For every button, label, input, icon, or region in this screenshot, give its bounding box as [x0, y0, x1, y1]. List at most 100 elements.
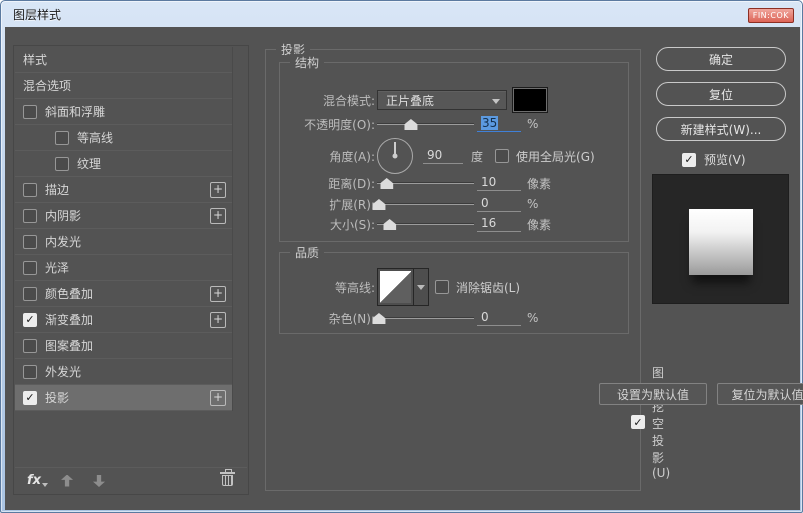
spread-value: 0	[481, 196, 489, 210]
effect-checkbox[interactable]	[23, 260, 37, 275]
effect-checkbox[interactable]	[23, 364, 37, 379]
noise-input[interactable]: 0	[477, 310, 521, 326]
distance-input[interactable]: 10	[477, 175, 521, 191]
global-light-checkbox[interactable]	[495, 149, 510, 163]
effect-checkbox[interactable]	[55, 130, 69, 145]
sidebar-item-11[interactable]: 图案叠加	[15, 333, 232, 359]
contour-thumbnail[interactable]	[377, 268, 414, 306]
angle-row: 角度(A): 90 度 使用全局光(G)	[280, 136, 624, 176]
distance-slider[interactable]	[377, 176, 474, 190]
layer-knockout-checkbox[interactable]: ✓	[631, 415, 645, 429]
effect-checkbox[interactable]	[23, 182, 37, 197]
window-title: 图层样式	[13, 7, 62, 22]
add-effect-icon[interactable]: +	[210, 207, 226, 224]
anti-alias-checkbox[interactable]	[435, 280, 449, 294]
add-effect-icon[interactable]: +	[210, 389, 226, 406]
noise-value: 0	[481, 310, 489, 324]
effect-checkbox[interactable]: ✓	[23, 390, 37, 405]
sidebar-item-2[interactable]: 斜面和浮雕	[15, 99, 232, 125]
distance-row: 距离(D): 10 像素	[280, 173, 624, 193]
sidebar-item-9[interactable]: 颜色叠加 +	[15, 281, 232, 307]
noise-label: 杂色(N):	[328, 311, 375, 326]
move-down-icon[interactable]	[93, 475, 105, 487]
move-up-icon[interactable]	[61, 474, 74, 487]
slider-thumb[interactable]	[380, 178, 394, 189]
close-button-watermark[interactable]: FIN:COK	[747, 8, 794, 23]
knockout-row: ✓ 图层挖空投影(U)	[631, 364, 670, 480]
sidebar-item-1[interactable]: 混合选项	[15, 73, 232, 99]
add-effect-icon[interactable]: +	[210, 311, 226, 328]
effect-checkbox[interactable]	[55, 156, 69, 171]
chevron-down-icon	[492, 99, 500, 108]
reset-button[interactable]: 复位	[656, 82, 786, 106]
sidebar-item-4[interactable]: 纹理	[15, 151, 232, 177]
size-slider[interactable]	[377, 217, 474, 231]
size-unit: 像素	[527, 217, 552, 232]
effect-checkbox[interactable]	[23, 338, 37, 353]
blend-mode-label: 混合模式:	[322, 93, 375, 108]
sidebar-item-5[interactable]: 描边 +	[15, 177, 232, 203]
ok-button[interactable]: 确定	[656, 47, 786, 71]
contour-picker[interactable]	[377, 268, 429, 306]
sidebar-item-label: 纹理	[77, 157, 102, 171]
slider-track[interactable]	[377, 123, 474, 125]
blend-mode-row: 混合模式: 正片叠底	[280, 87, 624, 113]
sidebar-item-label: 内发光	[45, 235, 82, 249]
sidebar-item-7[interactable]: 内发光	[15, 229, 232, 255]
shadow-color-swatch[interactable]	[512, 87, 548, 113]
chevron-down-icon	[417, 285, 425, 294]
sidebar-item-label: 样式	[23, 53, 48, 67]
new-style-button[interactable]: 新建样式(W)...	[656, 117, 786, 141]
spread-input[interactable]: 0	[477, 196, 521, 212]
add-effect-icon[interactable]: +	[210, 181, 226, 198]
slider-thumb[interactable]	[383, 219, 397, 230]
opacity-unit: %	[527, 117, 539, 131]
sidebar-item-12[interactable]: 外发光	[15, 359, 232, 385]
add-effect-icon[interactable]: +	[210, 285, 226, 302]
sidebar-item-label: 投影	[45, 391, 70, 405]
spread-slider[interactable]	[372, 197, 474, 211]
effect-checkbox[interactable]	[23, 104, 37, 119]
size-row: 大小(S): 16 像素	[280, 214, 624, 234]
sidebar-item-13[interactable]: ✓ 投影 +	[15, 385, 232, 411]
effect-checkbox[interactable]: ✓	[23, 312, 37, 327]
preview-checkbox[interactable]: ✓	[682, 152, 696, 167]
angle-unit: 度	[471, 149, 484, 164]
size-value: 16	[481, 216, 497, 230]
noise-row: 杂色(N): 0 %	[280, 308, 624, 328]
quality-group: 品质 等高线: 消除锯齿(L) 杂色(N): 0 %	[279, 244, 629, 334]
sidebar-item-label: 混合选项	[23, 79, 72, 93]
slider-thumb[interactable]	[404, 119, 418, 130]
spread-unit: %	[527, 197, 539, 211]
sidebar-item-8[interactable]: 光泽	[15, 255, 232, 281]
angle-value: 90	[427, 148, 443, 162]
effect-checkbox[interactable]	[23, 286, 37, 301]
delete-effect-icon[interactable]	[220, 469, 235, 486]
fx-menu-icon[interactable]: fx	[27, 473, 49, 488]
reset-default-button[interactable]: 复位为默认值	[717, 383, 803, 405]
noise-unit: %	[527, 311, 539, 325]
sidebar-item-10[interactable]: ✓ 渐变叠加 +	[15, 307, 232, 333]
sidebar-item-3[interactable]: 等高线	[15, 125, 232, 151]
sidebar-footer: fx	[15, 467, 247, 493]
sidebar-item-label: 描边	[45, 183, 70, 197]
effect-checkbox[interactable]	[23, 208, 37, 223]
sidebar-item-0[interactable]: 样式	[15, 47, 232, 73]
opacity-slider[interactable]	[377, 117, 474, 131]
angle-label: 角度(A):	[329, 149, 375, 164]
slider-track[interactable]	[377, 203, 474, 205]
effect-checkbox[interactable]	[23, 234, 37, 249]
preview-label: 预览(V)	[704, 153, 746, 167]
opacity-input[interactable]: 35	[477, 116, 521, 132]
angle-input[interactable]: 90	[423, 148, 463, 164]
noise-slider[interactable]	[372, 311, 474, 325]
size-input[interactable]: 16	[477, 216, 521, 232]
layer-knockout-label: 图层挖空投影(U)	[652, 366, 671, 480]
sidebar-item-6[interactable]: 内阴影 +	[15, 203, 232, 229]
contour-dropdown[interactable]	[414, 268, 429, 306]
angle-dial[interactable]	[377, 138, 413, 174]
dialog-content: 样式 混合选项 斜面和浮雕 等高线 纹理 描边 + 内阴影 + 内发光 光泽 颜色叠加 + ✓ 渐变叠加 + 图…	[5, 27, 803, 510]
blend-mode-select[interactable]: 正片叠底	[377, 90, 507, 110]
make-default-button[interactable]: 设置为默认值	[599, 383, 707, 405]
slider-track[interactable]	[377, 317, 474, 319]
